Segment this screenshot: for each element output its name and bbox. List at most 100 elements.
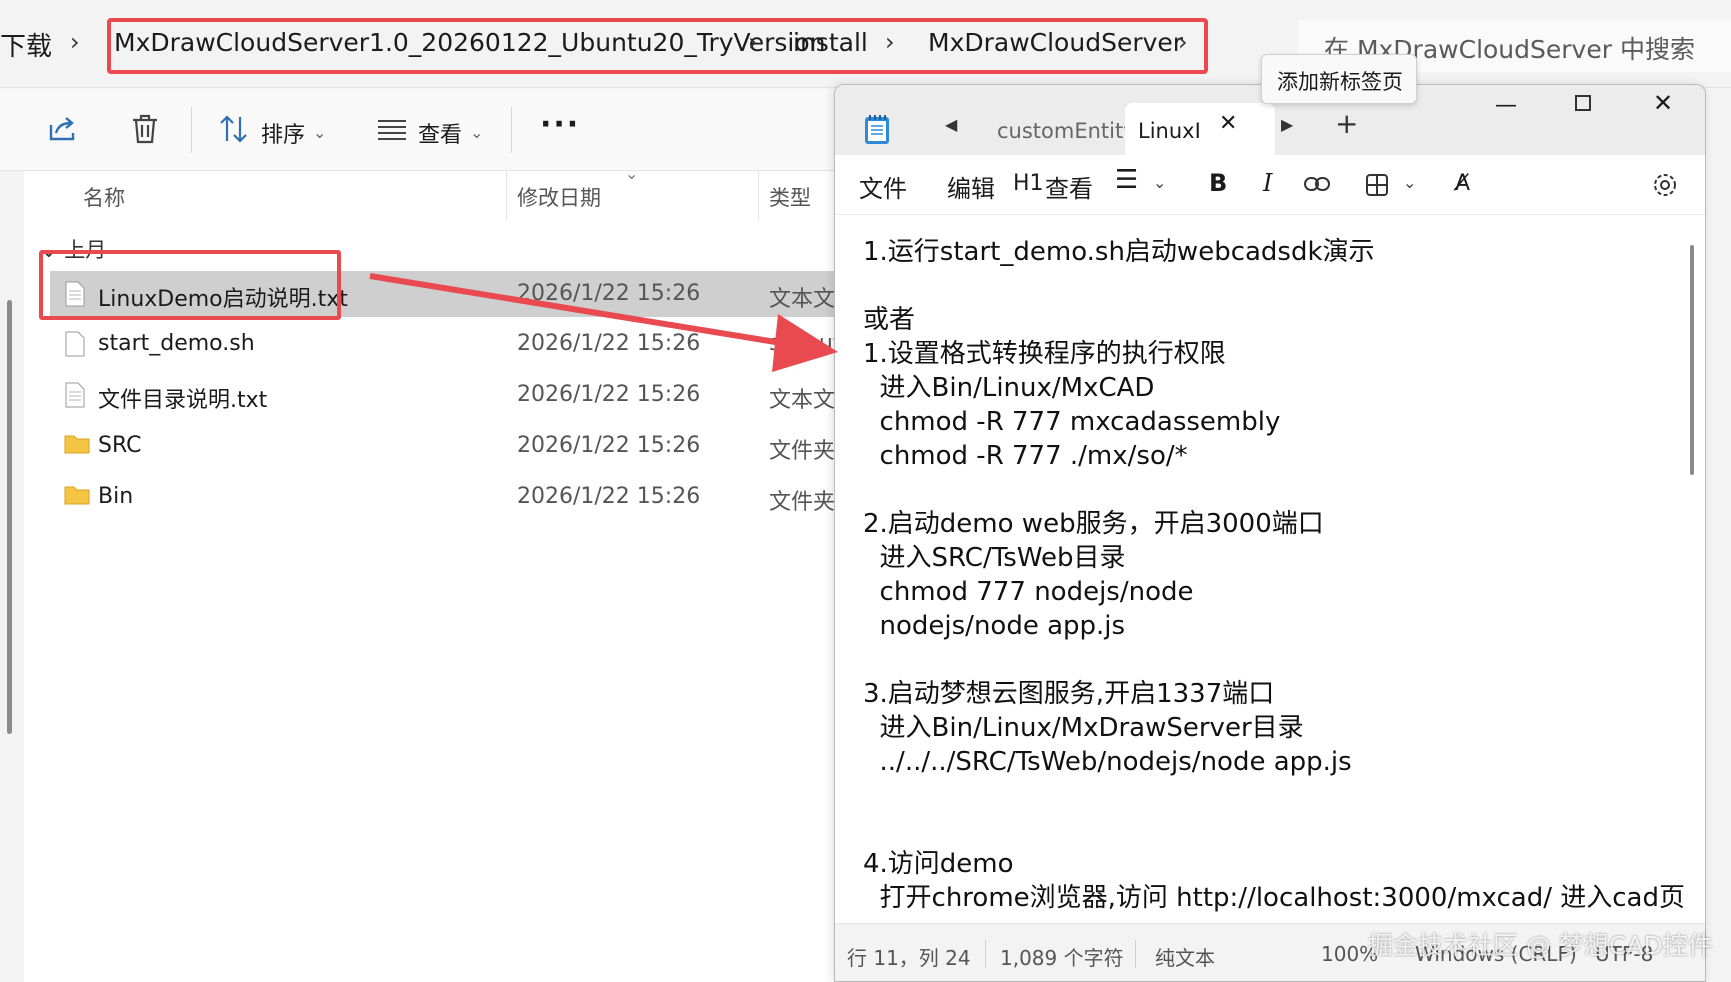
view-list-icon[interactable] xyxy=(374,111,410,147)
text-line[interactable] xyxy=(863,779,1663,813)
more-options-icon[interactable]: ··· xyxy=(540,107,580,142)
add-tab-icon[interactable]: + xyxy=(1335,107,1358,140)
minimize-icon[interactable]: — xyxy=(1495,93,1517,118)
tab-linux[interactable]: LinuxI xyxy=(1138,119,1208,143)
chevron-right-icon[interactable]: › xyxy=(748,28,758,56)
status-cursor-position: 行 11，列 24 xyxy=(847,946,971,970)
file-type: 文件夹 xyxy=(769,439,836,464)
text-line[interactable]: ../../../SRC/TsWeb/nodejs/node app.js xyxy=(863,745,1663,779)
menu-view[interactable]: 查看 xyxy=(1045,169,1093,204)
text-line[interactable]: 1.设置格式转换程序的执行权限 xyxy=(863,337,1663,371)
breadcrumb-item[interactable]: install xyxy=(793,28,868,57)
folder-icon xyxy=(64,486,90,505)
close-tab-icon[interactable]: ✕ xyxy=(1219,111,1237,136)
notepad-menubar: 文件 编辑 H1 查看 ☰ ⌄ B I ⌄ A̸ xyxy=(835,155,1705,215)
text-line[interactable] xyxy=(863,473,1663,507)
text-line[interactable]: 进入Bin/Linux/MxDrawServer目录 xyxy=(863,711,1663,745)
link-icon[interactable] xyxy=(1303,175,1331,193)
breadcrumb-item[interactable]: MxDrawCloudServer1.0_20260122_Ubuntu20_T… xyxy=(114,28,825,57)
delete-icon[interactable] xyxy=(127,111,163,147)
folder-row[interactable]: Bin 2026/1/22 15:26 文件夹 xyxy=(50,474,840,520)
file-date: 2026/1/22 15:26 xyxy=(517,484,701,509)
file-name[interactable]: Bin xyxy=(98,484,133,509)
text-line[interactable]: 3.启动梦想云图服务,开启1337端口 xyxy=(863,677,1663,711)
notepad-scrollbar[interactable] xyxy=(1690,245,1694,475)
file-name[interactable]: start_demo.sh xyxy=(98,331,255,356)
notepad-text-area[interactable]: 1.运行start_demo.sh启动webcadsdk演示 或者 1.设置格式转换… xyxy=(863,235,1685,915)
new-tab-tooltip: 添加新标签页 xyxy=(1261,54,1417,104)
file-date: 2026/1/22 15:26 xyxy=(517,433,701,458)
text-line[interactable]: chmod -R 777 mxcadassembly xyxy=(863,405,1663,439)
menu-file[interactable]: 文件 xyxy=(859,169,907,204)
share-icon[interactable] xyxy=(44,111,80,147)
tab-scroll-right-icon[interactable]: ▶ xyxy=(1281,115,1293,134)
chevron-down-icon[interactable]: ⌄ xyxy=(313,123,326,142)
status-format[interactable]: 纯文本 xyxy=(1155,942,1215,971)
column-header-type[interactable]: 类型 xyxy=(769,182,811,212)
file-date: 2026/1/22 15:26 xyxy=(517,382,701,407)
view-button[interactable]: 查看 xyxy=(418,117,462,149)
chevron-right-icon[interactable]: › xyxy=(1178,28,1188,56)
column-header-modified[interactable]: 修改日期 xyxy=(517,182,601,212)
column-header-name[interactable]: 名称 xyxy=(83,182,125,212)
breadcrumb-item[interactable]: MxDrawCloudServer xyxy=(928,28,1183,57)
text-line[interactable]: 或者 xyxy=(863,303,1663,337)
sort-button[interactable]: 排序 xyxy=(261,117,305,149)
text-line[interactable]: 进入SRC/TsWeb目录 xyxy=(863,541,1663,575)
breadcrumb-root[interactable]: 下载 xyxy=(0,26,52,63)
chevron-right-icon[interactable]: › xyxy=(885,28,895,56)
text-line[interactable]: chmod 777 nodejs/node xyxy=(863,575,1663,609)
column-divider[interactable] xyxy=(506,170,507,220)
toolbar-divider xyxy=(191,107,192,153)
watermark: 掘金技术社区 @ 梦想CAD控件 xyxy=(1368,931,1713,960)
file-name[interactable]: SRC xyxy=(98,433,142,458)
text-line[interactable]: 进入Bin/Linux/MxCAD xyxy=(863,371,1663,405)
file-name[interactable]: 文件目录说明.txt xyxy=(98,382,267,414)
maximize-icon[interactable] xyxy=(1575,95,1591,111)
file-type: sh_auto_file xyxy=(769,331,839,356)
text-line[interactable] xyxy=(863,813,1663,847)
status-divider xyxy=(985,940,986,968)
bold-icon[interactable]: B xyxy=(1209,169,1227,197)
column-divider[interactable] xyxy=(758,170,759,220)
text-line[interactable]: 2.启动demo web服务，开启3000端口 xyxy=(863,507,1663,541)
file-type: 文本文档 xyxy=(769,287,839,312)
file-row[interactable]: 文件目录说明.txt 2026/1/22 15:26 文本文档 xyxy=(50,372,840,418)
text-line[interactable]: chmod -R 777 ./mx/so/* xyxy=(863,439,1663,473)
chevron-right-icon[interactable]: › xyxy=(70,28,80,56)
folder-icon xyxy=(64,435,90,454)
italic-icon[interactable]: I xyxy=(1263,169,1272,197)
chevron-down-icon[interactable]: ⌄ xyxy=(1403,173,1416,192)
file-type: 文本文档 xyxy=(769,388,839,413)
file-date: 2026/1/22 15:26 xyxy=(517,281,701,306)
folder-row[interactable]: SRC 2026/1/22 15:26 文件夹 xyxy=(50,423,840,469)
address-bar: 下载 › MxDrawCloudServer1.0_20260122_Ubunt… xyxy=(0,0,1731,88)
notepad-app-icon xyxy=(865,115,889,144)
file-icon xyxy=(65,331,85,357)
tab-customentity[interactable]: customEntity xyxy=(997,119,1125,143)
file-type: 文件夹 xyxy=(769,490,836,515)
text-line[interactable] xyxy=(863,643,1663,677)
heading-format-button[interactable]: H1 xyxy=(1013,171,1044,196)
table-icon[interactable] xyxy=(1365,173,1389,197)
file-row[interactable]: start_demo.sh 2026/1/22 15:26 sh_auto_fi… xyxy=(50,321,840,367)
list-format-icon[interactable]: ☰ xyxy=(1115,165,1138,195)
chevron-down-icon[interactable]: ⌄ xyxy=(470,123,483,142)
text-line[interactable]: nodejs/node app.js xyxy=(863,609,1663,643)
text-file-icon xyxy=(65,382,85,408)
tab-scroll-left-icon[interactable]: ◀ xyxy=(945,115,957,134)
text-line[interactable]: 1.运行start_demo.sh启动webcadsdk演示 xyxy=(863,235,1663,269)
text-line[interactable]: 打开chrome浏览器,访问 http://localhost:3000/mxc… xyxy=(863,881,1685,915)
list-scrollbar[interactable] xyxy=(7,300,12,734)
notepad-window: ◀ customEntity LinuxI ✕ ▶ + — ✕ 文件 编辑 H1… xyxy=(834,84,1706,982)
sort-chevron-icon: ⌄ xyxy=(625,164,639,183)
settings-gear-icon[interactable] xyxy=(1651,171,1679,199)
close-window-icon[interactable]: ✕ xyxy=(1653,89,1673,117)
chevron-down-icon[interactable]: ⌄ xyxy=(1153,173,1166,192)
text-line[interactable]: 4.访问demo xyxy=(863,847,1663,881)
menu-edit[interactable]: 编辑 xyxy=(947,169,995,204)
text-line[interactable] xyxy=(863,269,1663,303)
explorer-toolbar: 排序 ⌄ 查看 ⌄ ··· xyxy=(0,89,840,171)
sort-icon[interactable] xyxy=(216,111,252,147)
spellcheck-icon[interactable]: A̸ xyxy=(1455,171,1470,196)
